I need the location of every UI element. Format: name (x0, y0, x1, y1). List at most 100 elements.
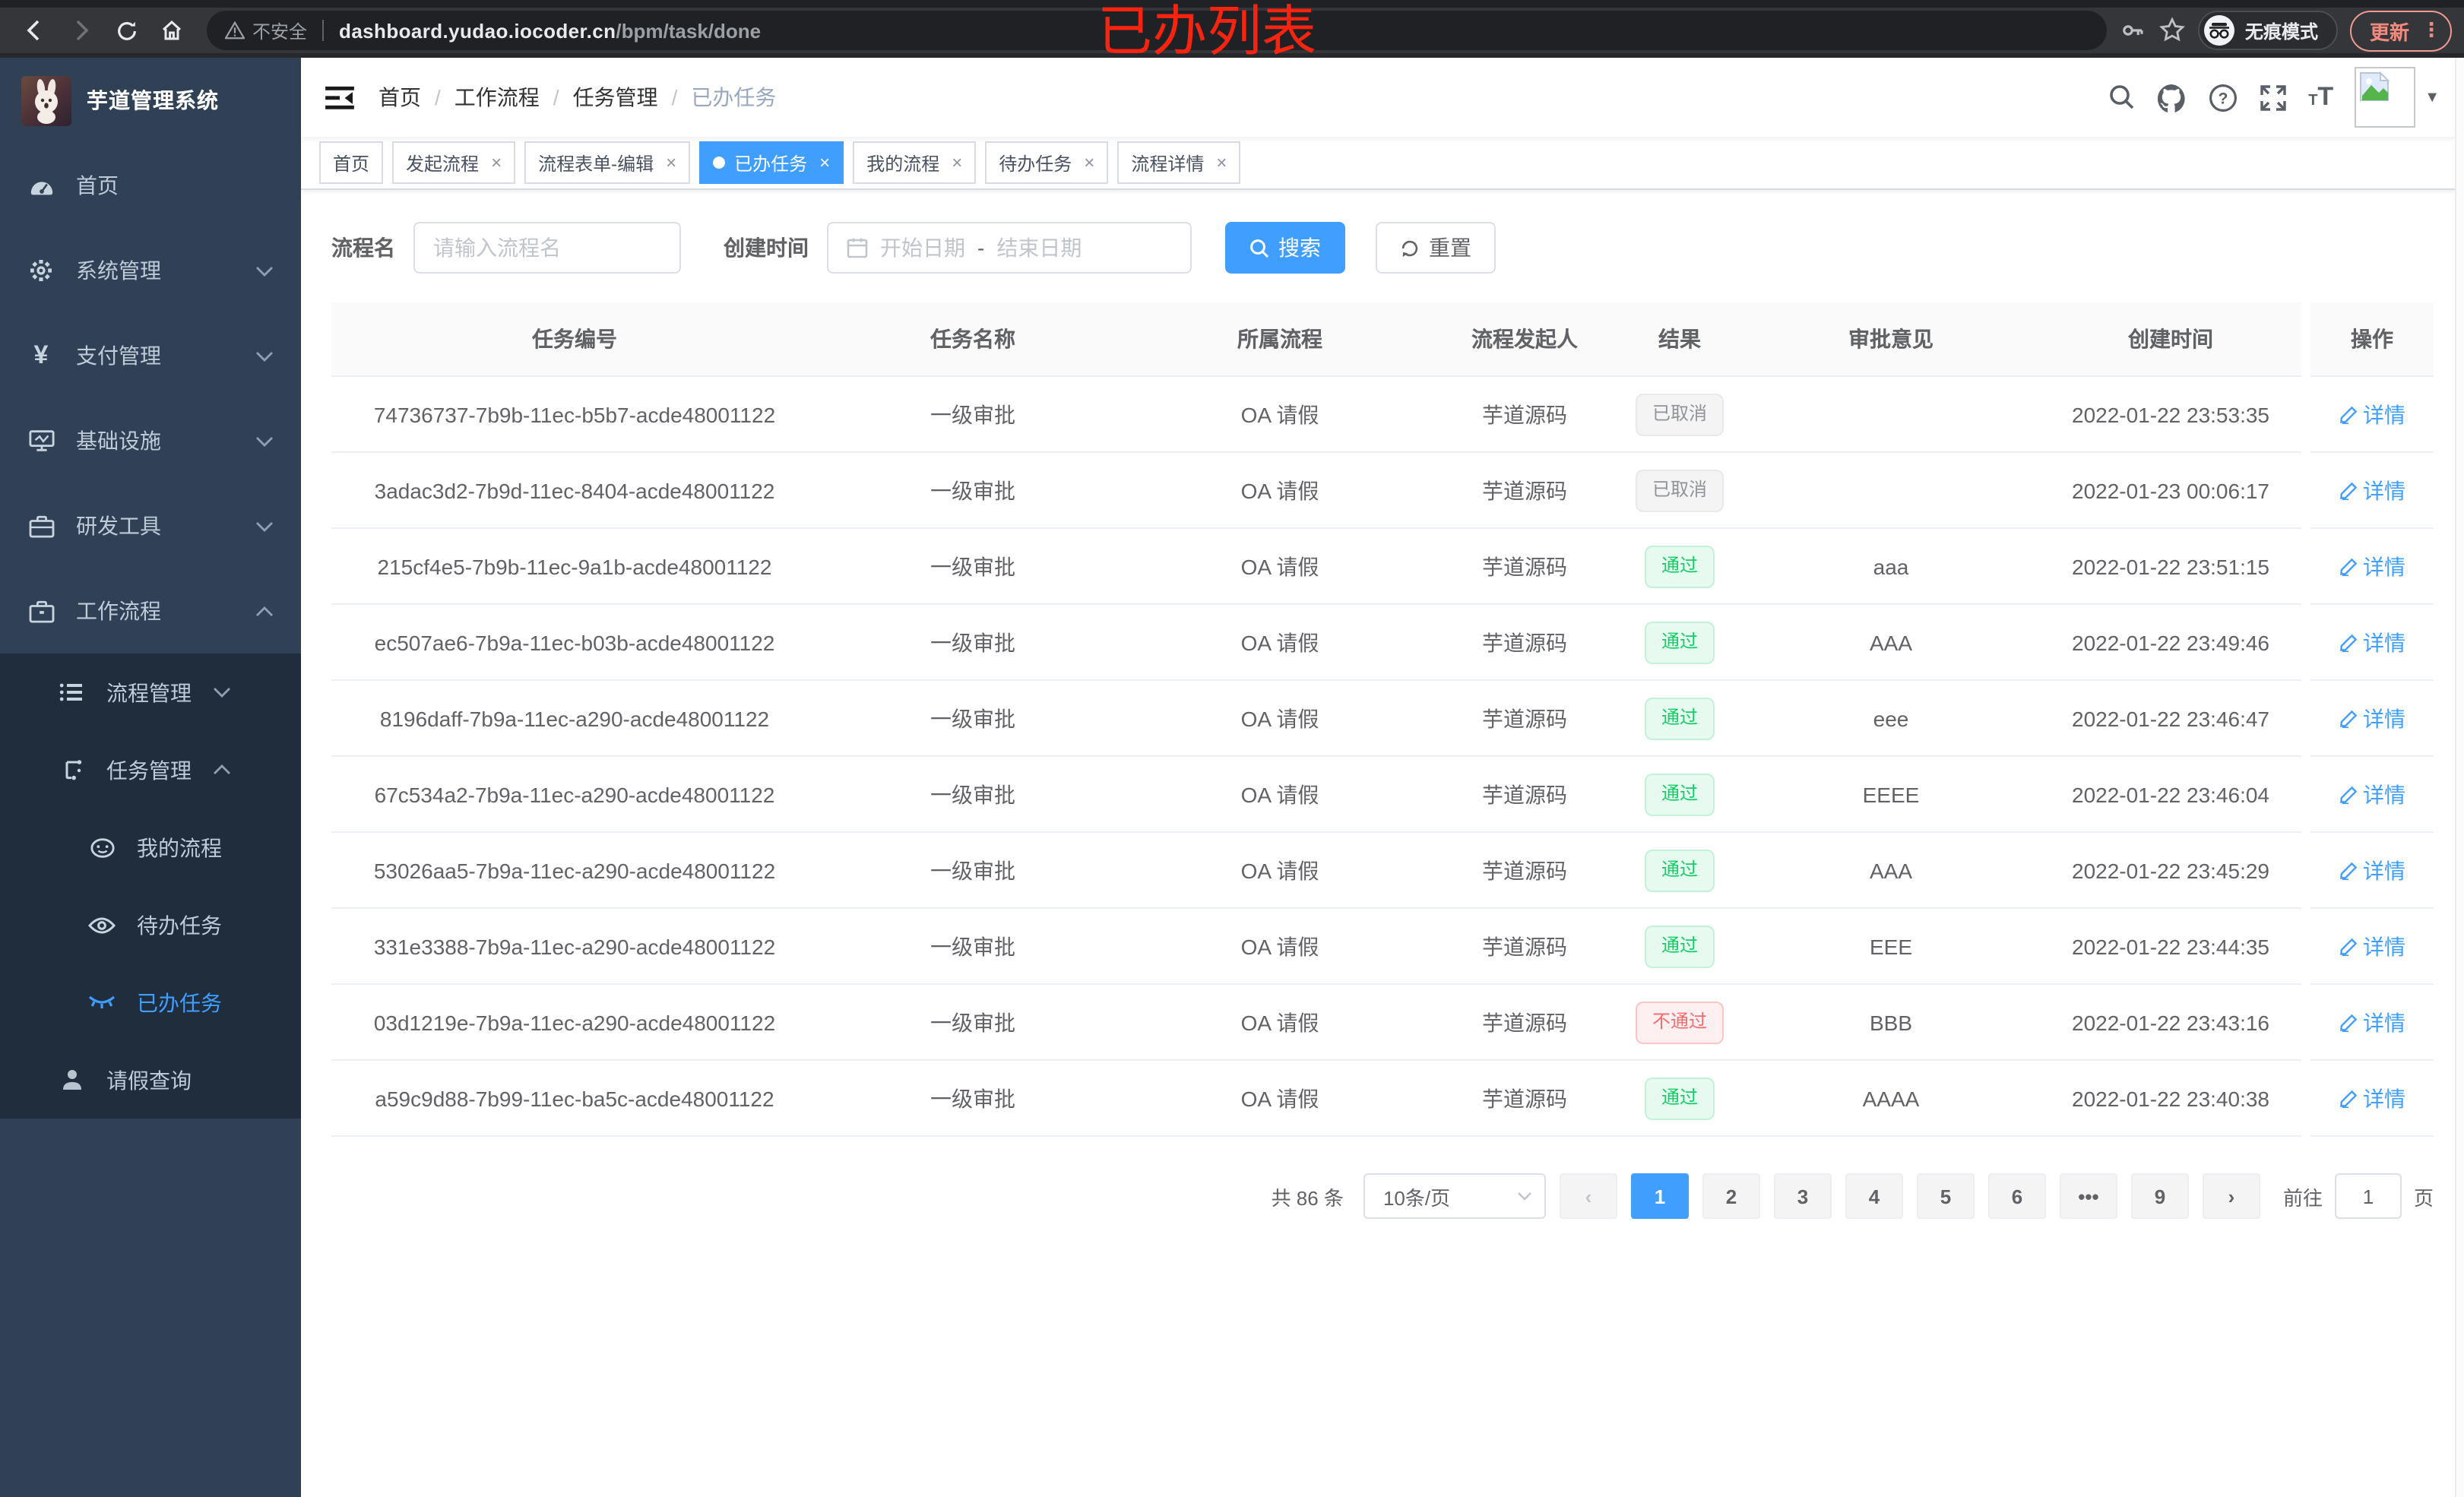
total-count: 共 86 条 (1271, 1186, 1344, 1209)
page-button-9[interactable]: 9 (2130, 1173, 2189, 1219)
detail-button[interactable]: 详情 (2339, 855, 2405, 885)
process-name-input[interactable]: 请输入流程名 (413, 222, 681, 274)
detail-button[interactable]: 详情 (2339, 779, 2405, 809)
key-icon[interactable] (2119, 17, 2146, 44)
sidebar-item-label: 请假查询 (106, 1068, 192, 1092)
not-secure-icon (225, 21, 245, 40)
font-size-icon[interactable]: TT (2308, 82, 2333, 112)
app-logo[interactable]: 芋道管理系统 (0, 58, 301, 143)
home-icon[interactable] (152, 11, 192, 50)
sidebar-item-infra[interactable]: 基础设施 (0, 398, 301, 483)
status-badge: 通过 (1644, 773, 1715, 815)
forward-icon[interactable] (61, 11, 100, 50)
cell-task-name: 一级审批 (818, 376, 1128, 453)
next-page-button[interactable]: › (2202, 1173, 2260, 1219)
tab-todo-tasks[interactable]: 待办任务 × (985, 141, 1109, 184)
help-icon[interactable]: ? (2208, 83, 2237, 112)
search-button[interactable]: 搜索 (1225, 222, 1345, 274)
detail-button[interactable]: 详情 (2339, 399, 2405, 429)
sidebar-item-process-mgmt[interactable]: 流程管理 (0, 654, 301, 731)
fixed-col-gap (2301, 302, 2310, 376)
detail-label: 详情 (2363, 782, 2405, 806)
reload-icon[interactable] (106, 11, 146, 50)
screen: 不安全 dashboard.yudao.iocoder.cn/bpm/task/… (0, 0, 2464, 1497)
detail-button[interactable]: 详情 (2339, 627, 2405, 657)
tab-form-edit[interactable]: 流程表单-编辑 × (524, 141, 691, 184)
tab-process-detail[interactable]: 流程详情 × (1117, 141, 1241, 184)
reset-button[interactable]: 重置 (1376, 222, 1496, 274)
chevron-up-icon (255, 606, 274, 616)
back-icon[interactable] (15, 11, 55, 50)
close-icon[interactable]: × (491, 152, 502, 173)
date-range-input[interactable]: 开始日期 - 结束日期 (827, 222, 1192, 274)
bookmark-star-icon[interactable] (2158, 17, 2186, 44)
breadcrumb-home[interactable]: 首页 (378, 82, 421, 112)
sidebar-item-todo-tasks[interactable]: 待办任务 (0, 886, 301, 964)
cell-starter: 芋道源码 (1432, 680, 1617, 757)
fullscreen-icon[interactable] (2258, 83, 2287, 112)
github-icon[interactable] (2156, 83, 2187, 112)
tab-done-tasks[interactable]: 已办任务 × (699, 141, 844, 184)
table-row: 67c534a2-7b9a-11ec-a290-acde48001122 一级审… (331, 756, 2434, 833)
cell-task-id: 53026aa5-7b9a-11ec-a290-acde48001122 (331, 832, 818, 909)
close-icon[interactable]: × (1084, 152, 1094, 173)
sidebar-item-home[interactable]: 首页 (0, 143, 301, 228)
cell-process: OA 请假 (1128, 908, 1432, 985)
chrome-menu-icon[interactable]: ⋮ (2421, 18, 2441, 43)
detail-button[interactable]: 详情 (2339, 703, 2405, 733)
update-button[interactable]: 更新 ⋮ (2349, 10, 2452, 51)
page-button-2[interactable]: 2 (1702, 1173, 1760, 1219)
page-button-4[interactable]: 4 (1845, 1173, 1903, 1219)
page-button-6[interactable]: 6 (1987, 1173, 2046, 1219)
detail-button[interactable]: 详情 (2339, 1007, 2405, 1037)
edit-pen-icon (2339, 1013, 2357, 1031)
page-button-1[interactable]: 1 (1630, 1173, 1689, 1219)
cell-task-id: 3adac3d2-7b9d-11ec-8404-acde48001122 (331, 452, 818, 529)
tab-start-process[interactable]: 发起流程 × (392, 141, 516, 184)
workflow-submenu: 流程管理 任务管理 我的流程 待办任务 已办任务 请假查询 (0, 654, 301, 1119)
detail-button[interactable]: 详情 (2339, 1083, 2405, 1113)
search-icon[interactable] (2108, 84, 2135, 111)
page-ellipsis[interactable]: ••• (2059, 1173, 2117, 1219)
sidebar-collapse-icon[interactable] (325, 84, 354, 110)
detail-label: 详情 (2363, 706, 2405, 730)
sidebar-item-payment[interactable]: ¥ 支付管理 (0, 313, 301, 398)
eye-open-icon (88, 916, 116, 934)
sidebar-item-task-mgmt[interactable]: 任务管理 (0, 731, 301, 809)
close-icon[interactable]: × (952, 152, 962, 173)
cell-task-id: 331e3388-7b9a-11ec-a290-acde48001122 (331, 908, 818, 985)
tab-home[interactable]: 首页 (319, 141, 384, 184)
detail-button[interactable]: 详情 (2339, 475, 2405, 505)
sidebar-item-leave-query[interactable]: 请假查询 (0, 1041, 301, 1119)
sidebar-item-my-process[interactable]: 我的流程 (0, 809, 301, 886)
cell-process: OA 请假 (1128, 528, 1432, 605)
sidebar-item-system[interactable]: 系统管理 (0, 228, 301, 313)
breadcrumb-workflow[interactable]: 工作流程 (454, 82, 540, 112)
detail-button[interactable]: 详情 (2339, 931, 2405, 961)
scrollbar[interactable] (2455, 58, 2464, 1497)
close-icon[interactable]: × (819, 152, 830, 173)
page-button-5[interactable]: 5 (1916, 1173, 1975, 1219)
table-row: 8196daff-7b9a-11ec-a290-acde48001122 一级审… (331, 680, 2434, 757)
sidebar-item-workflow[interactable]: 工作流程 (0, 568, 301, 654)
close-icon[interactable]: × (666, 152, 676, 173)
user-menu[interactable]: ▼ (2355, 67, 2440, 128)
monitor-icon (27, 429, 55, 453)
list-icon (58, 682, 85, 702)
cell-task-name: 一级审批 (818, 984, 1128, 1061)
prev-page-button[interactable]: ‹ (1559, 1173, 1617, 1219)
tab-my-process[interactable]: 我的流程 × (853, 141, 977, 184)
goto-page-input[interactable]: 1 (2334, 1173, 2402, 1219)
page-size-select[interactable]: 10条/页 (1363, 1173, 1546, 1219)
search-form: 流程名 请输入流程名 创建时间 开始日期 - 结束日期 搜索 重置 (331, 222, 2434, 274)
page-button-3[interactable]: 3 (1773, 1173, 1832, 1219)
cell-task-name: 一级审批 (818, 908, 1128, 985)
detail-button[interactable]: 详情 (2339, 551, 2405, 581)
sidebar-item-done-tasks[interactable]: 已办任务 (0, 964, 301, 1041)
cell-task-name: 一级审批 (818, 1060, 1128, 1137)
cell-create-time: 2022-01-22 23:40:38 (2040, 1060, 2301, 1137)
close-icon[interactable]: × (1216, 152, 1227, 173)
sidebar-item-devtools[interactable]: 研发工具 (0, 483, 301, 568)
breadcrumb-task-mgmt[interactable]: 任务管理 (573, 82, 658, 112)
incognito-badge: 无痕模式 (2197, 11, 2338, 50)
